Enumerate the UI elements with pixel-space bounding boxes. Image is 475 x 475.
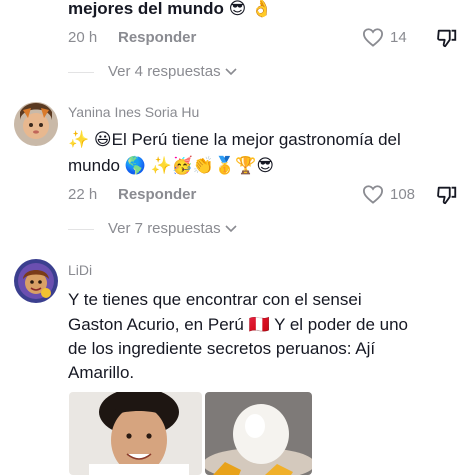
comment-time: 22 h (68, 186, 98, 203)
avatar[interactable] (14, 259, 58, 303)
view-replies-button[interactable]: Ver 4 respuestas (108, 63, 237, 80)
heart-icon (362, 185, 384, 204)
comment-text-line: Amarillo. (68, 363, 135, 382)
view-replies-button[interactable]: Ver 7 respuestas (108, 220, 237, 237)
dislike-icon[interactable] (436, 184, 458, 206)
chevron-down-icon (225, 67, 237, 75)
chevron-down-icon (225, 224, 237, 232)
view-replies-label: Ver 4 respuestas (108, 63, 221, 80)
divider (68, 229, 94, 230)
reply-button[interactable]: Responder (118, 29, 196, 46)
like-button[interactable]: 14 (362, 27, 407, 47)
comment-text: mejores del mundo 😎 👌 (68, 0, 273, 18)
comment-text-line: Y te tienes que encontrar con el sensei (68, 290, 362, 309)
heart-icon (362, 28, 384, 47)
reply-button[interactable]: Responder (118, 186, 196, 203)
username[interactable]: LiDi (68, 262, 92, 278)
like-count: 108 (390, 185, 416, 203)
comment-text-line: mundo 🌎 ✨🥳👏🥇🏆😎 (68, 156, 275, 175)
like-button[interactable]: 108 (362, 184, 415, 204)
divider (68, 72, 94, 73)
username[interactable]: Yanina Ines Soria Hu (68, 104, 199, 120)
comment-time: 20 h (68, 29, 98, 46)
comment-text-line: ✨ 😃El Perú tiene la mejor gastronomía de… (68, 130, 401, 149)
attached-photo[interactable] (205, 392, 312, 475)
dislike-icon[interactable] (436, 27, 458, 49)
comment-text-line: de los ingrediente secretos peruanos: Aj… (68, 339, 376, 358)
like-count: 14 (390, 28, 407, 46)
attached-photo[interactable] (69, 392, 202, 475)
avatar[interactable] (14, 102, 58, 146)
view-replies-label: Ver 7 respuestas (108, 220, 221, 237)
comment-text-line: Gaston Acurio, en Perú 🇵🇪 Y el poder de … (68, 315, 408, 334)
